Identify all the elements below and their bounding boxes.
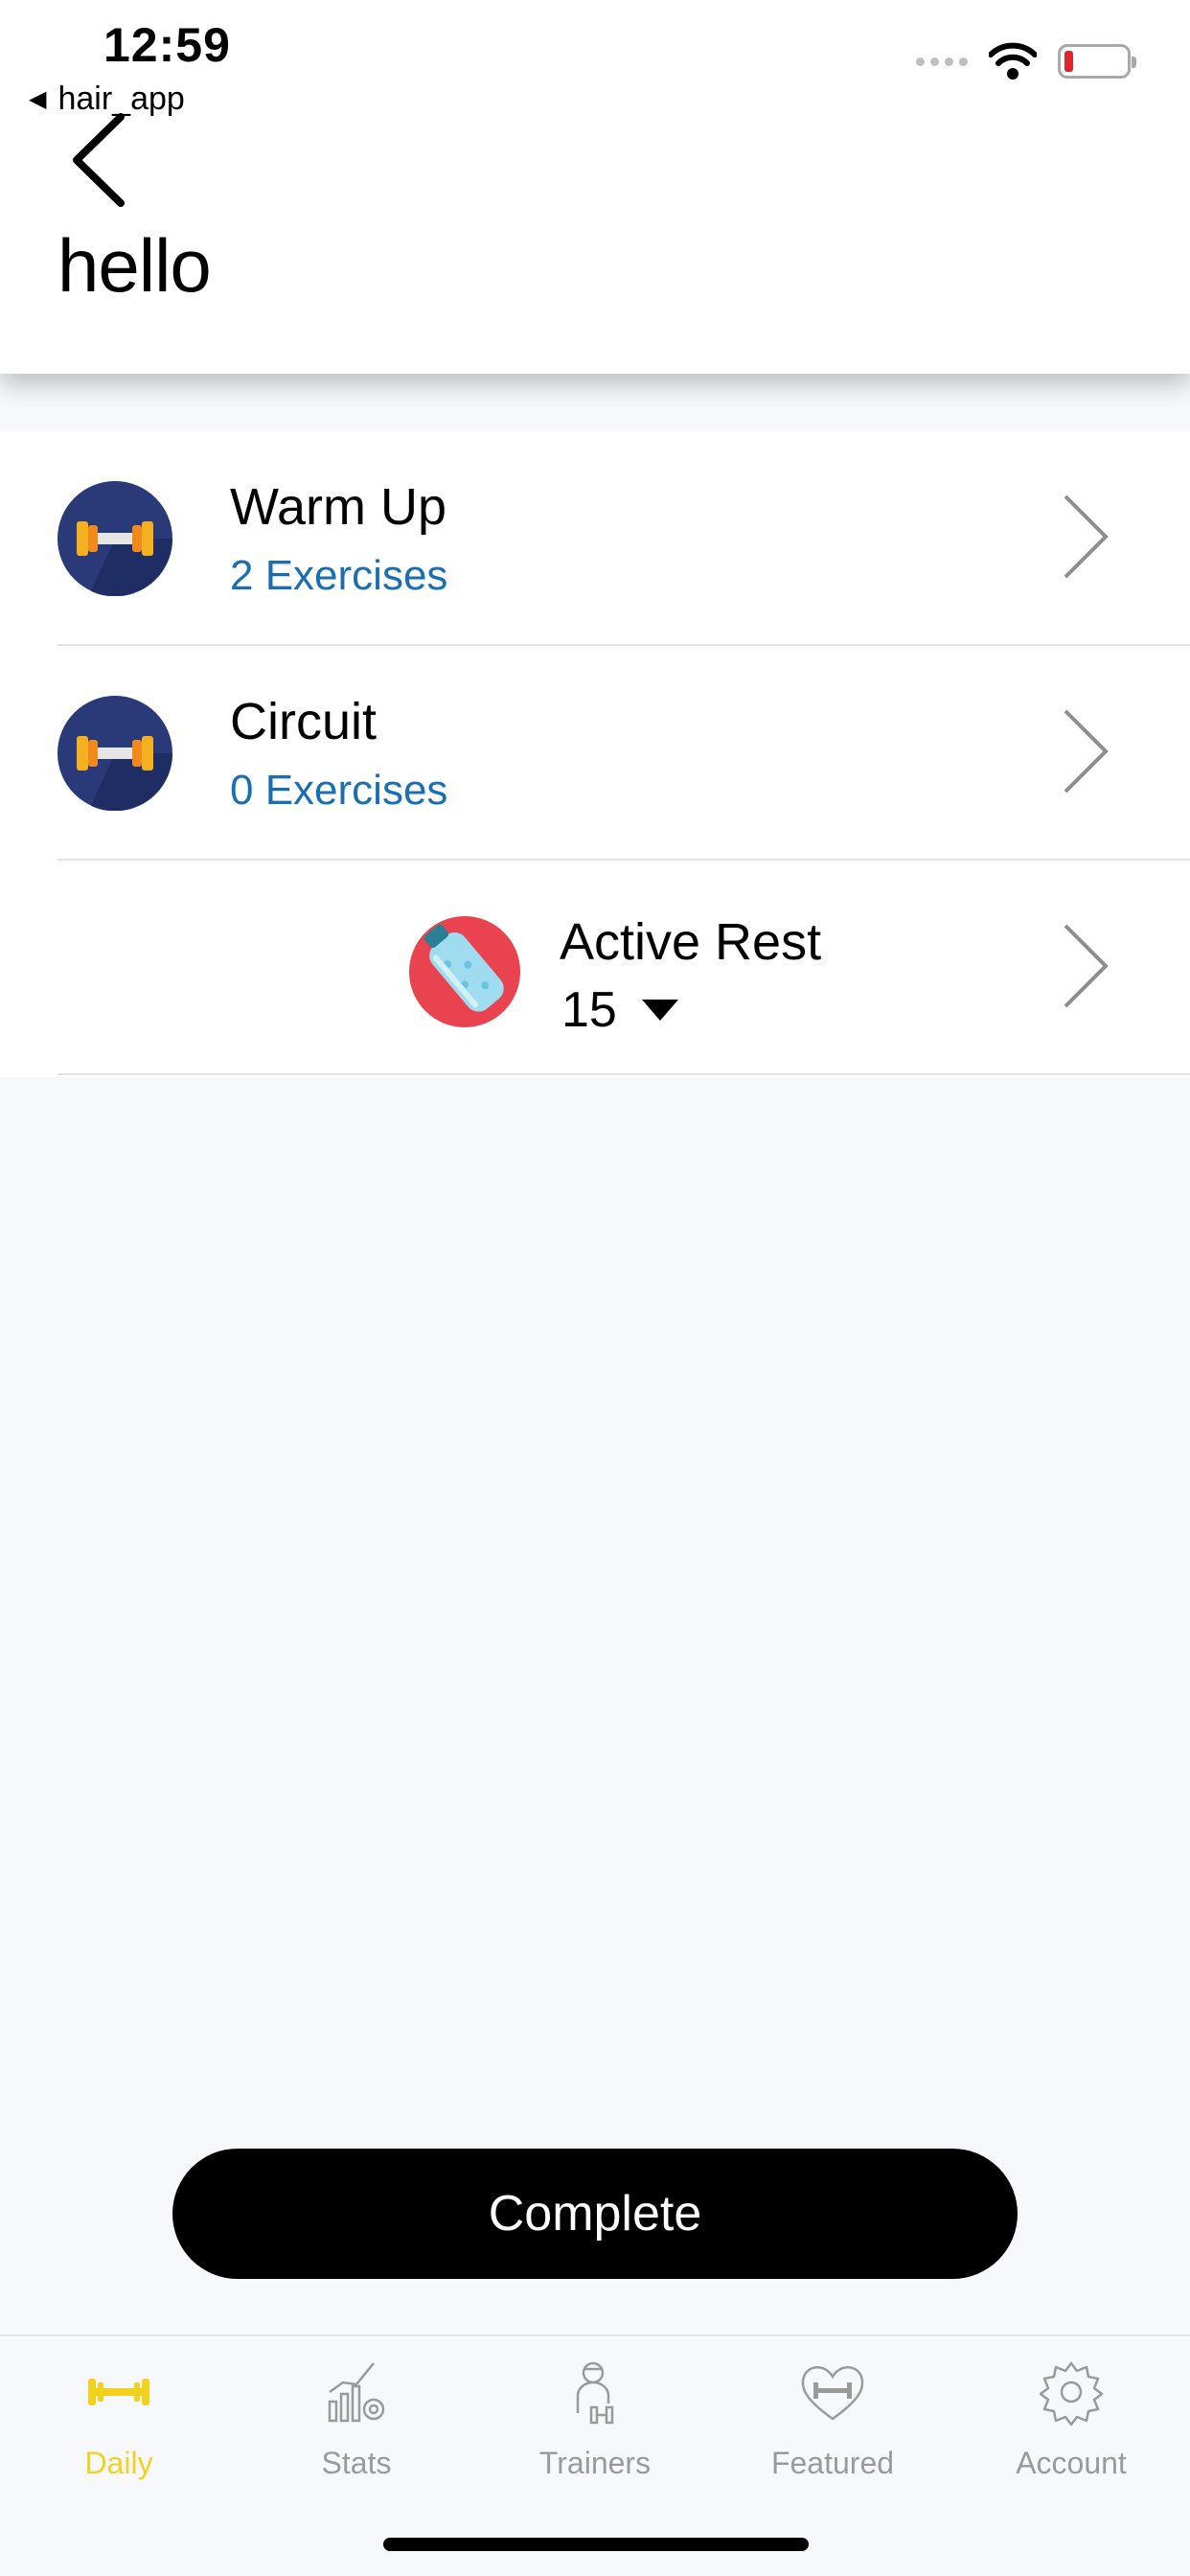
tab-label: Trainers: [538, 2446, 652, 2480]
workout-sections-list: Warm Up 2 Exercises Circuit 0 Exercises: [0, 431, 1190, 1077]
tab-stats[interactable]: Stats: [238, 2356, 475, 2499]
tab-featured[interactable]: Featured: [714, 2356, 951, 2499]
section-row-active-rest[interactable]: Active Rest 15: [0, 861, 1190, 1075]
dumbbell-icon: [57, 696, 172, 811]
dumbbell-icon: [57, 481, 172, 596]
tab-trainers[interactable]: Trainers: [476, 2356, 714, 2499]
back-triangle-icon: ◀: [29, 86, 47, 112]
page-title: hello: [57, 223, 212, 308]
complete-button[interactable]: Complete: [172, 2149, 1018, 2279]
chevron-right-icon: [1064, 924, 1109, 1008]
tab-label: Daily: [84, 2446, 153, 2480]
section-title: Warm Up: [230, 478, 446, 536]
divider: [57, 1073, 1190, 1075]
gear-icon: [1039, 2361, 1104, 2426]
tab-label: Account: [1016, 2446, 1127, 2480]
battery-icon: [1058, 44, 1136, 79]
tab-label: Featured: [770, 2446, 895, 2480]
wifi-icon: [989, 42, 1037, 80]
section-row-warm-up[interactable]: Warm Up 2 Exercises: [0, 431, 1190, 646]
header: 12:59 ◀ hair_app hello: [0, 0, 1190, 374]
caret-down-icon: [641, 1000, 678, 1021]
dumbbell-icon: [88, 2379, 149, 2405]
section-title: Active Rest: [560, 913, 822, 971]
screen: 12:59 ◀ hair_app hello Warm Up 2 Exercis…: [0, 0, 1190, 2576]
home-indicator: [383, 2538, 809, 2551]
chevron-right-icon: [1064, 709, 1109, 794]
section-title: Circuit: [230, 693, 378, 750]
tab-account[interactable]: Account: [952, 2356, 1190, 2499]
signal-icon: [916, 57, 968, 66]
heart-dumbbell-icon: [801, 2366, 864, 2421]
chevron-left-icon[interactable]: [65, 107, 132, 213]
status-icons: [916, 42, 1136, 80]
chevron-right-icon: [1064, 494, 1109, 579]
status-time: 12:59: [103, 18, 231, 72]
rest-duration-value: 15: [561, 982, 617, 1038]
section-exercise-count: 2 Exercises: [230, 552, 448, 599]
chart-target-icon: [328, 2362, 385, 2423]
trainer-icon: [576, 2361, 614, 2425]
tab-daily[interactable]: Daily: [0, 2356, 238, 2499]
rest-duration-dropdown[interactable]: 15: [561, 981, 678, 1039]
section-row-circuit[interactable]: Circuit 0 Exercises: [0, 646, 1190, 861]
section-exercise-count: 0 Exercises: [230, 767, 448, 814]
tab-label: Stats: [321, 2446, 392, 2480]
water-bottle-icon: [409, 916, 520, 1027]
